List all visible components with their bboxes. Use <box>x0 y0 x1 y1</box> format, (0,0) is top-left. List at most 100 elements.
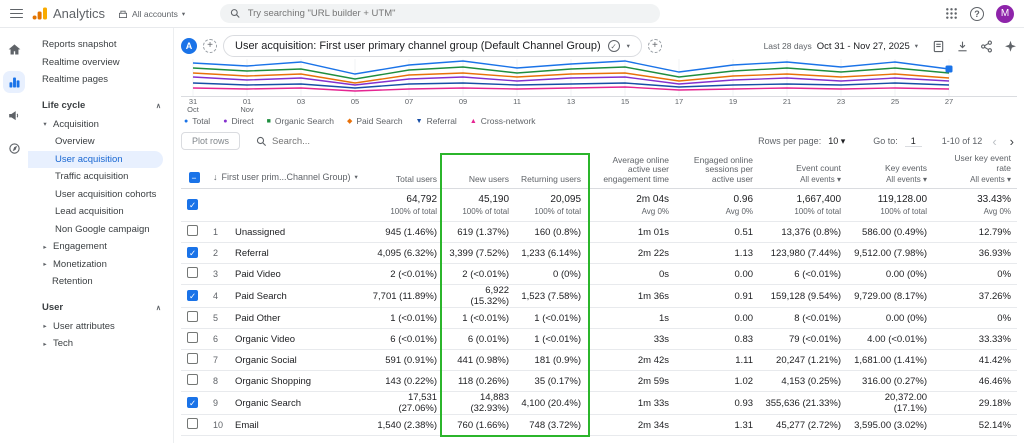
sidebar-item-non-google-campaign[interactable]: Non Google campaign <box>28 221 173 239</box>
sidebar-item-engagement[interactable]: ▸Engagement <box>28 238 173 256</box>
row-checkbox[interactable] <box>187 374 198 385</box>
global-search[interactable] <box>220 4 660 23</box>
sidebar-item-monetization[interactable]: ▸Monetization <box>28 256 173 274</box>
avatar[interactable]: M <box>996 5 1014 23</box>
x-tick-month: Oct <box>187 106 199 114</box>
account-switcher[interactable]: All accounts ▾ <box>118 9 185 19</box>
legend-paid-search[interactable]: ◆Paid Search <box>347 116 403 126</box>
organic-search-marker-icon: ■ <box>267 118 271 125</box>
notes-icon[interactable] <box>932 40 945 53</box>
metric-cell: 143 (0.22%) <box>361 371 443 392</box>
home-icon[interactable] <box>3 38 25 60</box>
sidebar-item-reports-snapshot[interactable]: Reports snapshot <box>28 36 173 54</box>
x-tick: 03 <box>297 98 305 106</box>
add-comparison-icon[interactable]: + <box>203 39 217 53</box>
legend-referral[interactable]: ▼Referral <box>416 116 457 126</box>
sidebar-item-retention[interactable]: Retention <box>28 273 173 291</box>
column-header-new-users[interactable]: New users <box>443 154 515 189</box>
sidebar-item-traffic-acquisition[interactable]: Traffic acquisition <box>28 168 173 186</box>
analytics-logo[interactable]: Analytics <box>32 6 105 21</box>
column-filter[interactable]: All events ▾ <box>853 175 927 184</box>
legend-total[interactable]: ●Total <box>184 116 210 126</box>
timeseries-chart[interactable] <box>181 59 1017 97</box>
row-checkbox[interactable]: − <box>189 172 200 183</box>
row-checkbox[interactable]: ✓ <box>187 199 198 210</box>
sidebar-item-tech[interactable]: ▸Tech <box>28 335 173 353</box>
channel-name: Organic Shopping <box>229 371 361 392</box>
row-checkbox[interactable]: ✓ <box>187 290 198 301</box>
goto-page-input[interactable]: 1 <box>905 136 922 147</box>
row-checkbox[interactable] <box>187 353 198 364</box>
reports-icon[interactable] <box>3 71 25 93</box>
metric-cell: 123,980 (7.44%) <box>759 243 847 264</box>
table-search[interactable] <box>256 136 382 147</box>
column-filter[interactable]: All events ▾ <box>939 175 1011 184</box>
paid-search-marker-icon: ◆ <box>347 117 352 125</box>
dimension-header[interactable]: ↓First user prim...Channel Group)▾+ <box>207 154 361 189</box>
row-checkbox[interactable] <box>187 311 198 322</box>
legend-cross-network[interactable]: ▲Cross-network <box>470 116 536 126</box>
export-icon[interactable] <box>956 40 969 53</box>
sidebar-item-user-attributes[interactable]: ▸User attributes <box>28 318 173 336</box>
metric-cell: 441 (0.98%) <box>443 350 515 371</box>
row-checkbox[interactable]: ✓ <box>187 247 198 258</box>
column-header-average-online-active-user-engagement-time[interactable]: Average online active user engagement ti… <box>587 154 675 189</box>
x-tick-day: 09 <box>459 98 467 106</box>
metric-cell: 0.51 <box>675 222 759 243</box>
dimension-select[interactable]: First user prim...Channel Group) <box>222 172 351 182</box>
apps-grid-icon[interactable] <box>945 7 958 20</box>
row-checkbox[interactable]: ✓ <box>187 397 198 408</box>
advertising-icon[interactable] <box>3 104 25 126</box>
explore-icon[interactable] <box>3 137 25 159</box>
sidebar-item-label: Overview <box>55 136 95 147</box>
sidebar-item-overview[interactable]: Overview <box>28 133 173 151</box>
global-search-input[interactable] <box>248 8 650 19</box>
column-filter[interactable]: All events ▾ <box>765 175 841 184</box>
comparison-chip[interactable]: A <box>181 38 197 54</box>
sidebar-item-realtime-pages[interactable]: Realtime pages <box>28 71 173 89</box>
sidebar-item-realtime-overview[interactable]: Realtime overview <box>28 54 173 72</box>
sort-descending-icon[interactable]: ↓ <box>213 172 218 182</box>
report-title-pill[interactable]: User acquisition: First user primary cha… <box>223 35 642 57</box>
column-label: Key events <box>853 164 927 174</box>
column-header-engaged-online-sessions-per-active-user[interactable]: Engaged online sessions per active user <box>675 154 759 189</box>
share-icon[interactable] <box>980 40 993 53</box>
column-header-user-key-event-rate[interactable]: User key event rateAll events ▾ <box>933 154 1017 189</box>
add-report-icon[interactable]: + <box>648 39 662 53</box>
x-tick-day: 13 <box>567 98 575 106</box>
plot-rows-button[interactable]: Plot rows <box>181 132 240 150</box>
legend-organic-search[interactable]: ■Organic Search <box>267 116 334 126</box>
row-checkbox[interactable] <box>187 225 198 236</box>
next-page-icon[interactable]: › <box>1007 134 1017 149</box>
sidebar-section-user[interactable]: User∧ <box>28 298 173 318</box>
x-tick-day: 25 <box>891 98 899 106</box>
column-header-returning-users[interactable]: Returning users <box>515 154 587 189</box>
sidebar-item-user-acquisition[interactable]: User acquisition <box>28 151 163 169</box>
row-number: 2 <box>207 243 229 264</box>
prev-page-icon[interactable]: ‹ <box>989 134 999 149</box>
sidebar-item-lead-acquisition[interactable]: Lead acquisition <box>28 203 173 221</box>
x-tick: 09 <box>459 98 467 106</box>
column-header-total-users[interactable]: Total users <box>361 154 443 189</box>
row-checkbox[interactable] <box>187 267 198 278</box>
totals-metric-cell: 33.43%Avg 0% <box>933 189 1017 222</box>
table-search-input[interactable] <box>272 136 382 147</box>
row-checkbox[interactable] <box>187 332 198 343</box>
column-header-event-count[interactable]: Event countAll events ▾ <box>759 154 847 189</box>
sidebar-item-acquisition[interactable]: ▾Acquisition <box>28 116 173 134</box>
column-header-key-events[interactable]: Key eventsAll events ▾ <box>847 154 933 189</box>
row-checkbox[interactable] <box>187 418 198 429</box>
table-row-paid-other: 5Paid Other1 (<0.01%)1 (<0.01%)1 (<0.01%… <box>181 308 1017 329</box>
main-menu-icon[interactable] <box>10 9 23 19</box>
rows-per-page-select[interactable]: 10 ▾ <box>828 136 845 147</box>
metric-cell: 2m 42s <box>587 350 675 371</box>
legend-direct[interactable]: ●Direct <box>223 116 253 126</box>
x-tick-day: 11 <box>513 98 521 106</box>
insights-icon[interactable] <box>1004 40 1017 53</box>
sidebar-item-user-acquisition-cohorts[interactable]: User acquisition cohorts <box>28 186 173 204</box>
sidebar-section-life-cycle[interactable]: Life cycle∧ <box>28 96 173 116</box>
metric-cell: 6,922 (15.32%) <box>443 285 515 308</box>
help-icon[interactable]: ? <box>970 7 984 21</box>
date-range-picker[interactable]: Last 28 days Oct 31 - Nov 27, 2025 ▾ <box>764 41 918 52</box>
column-label: Event count <box>765 164 841 174</box>
